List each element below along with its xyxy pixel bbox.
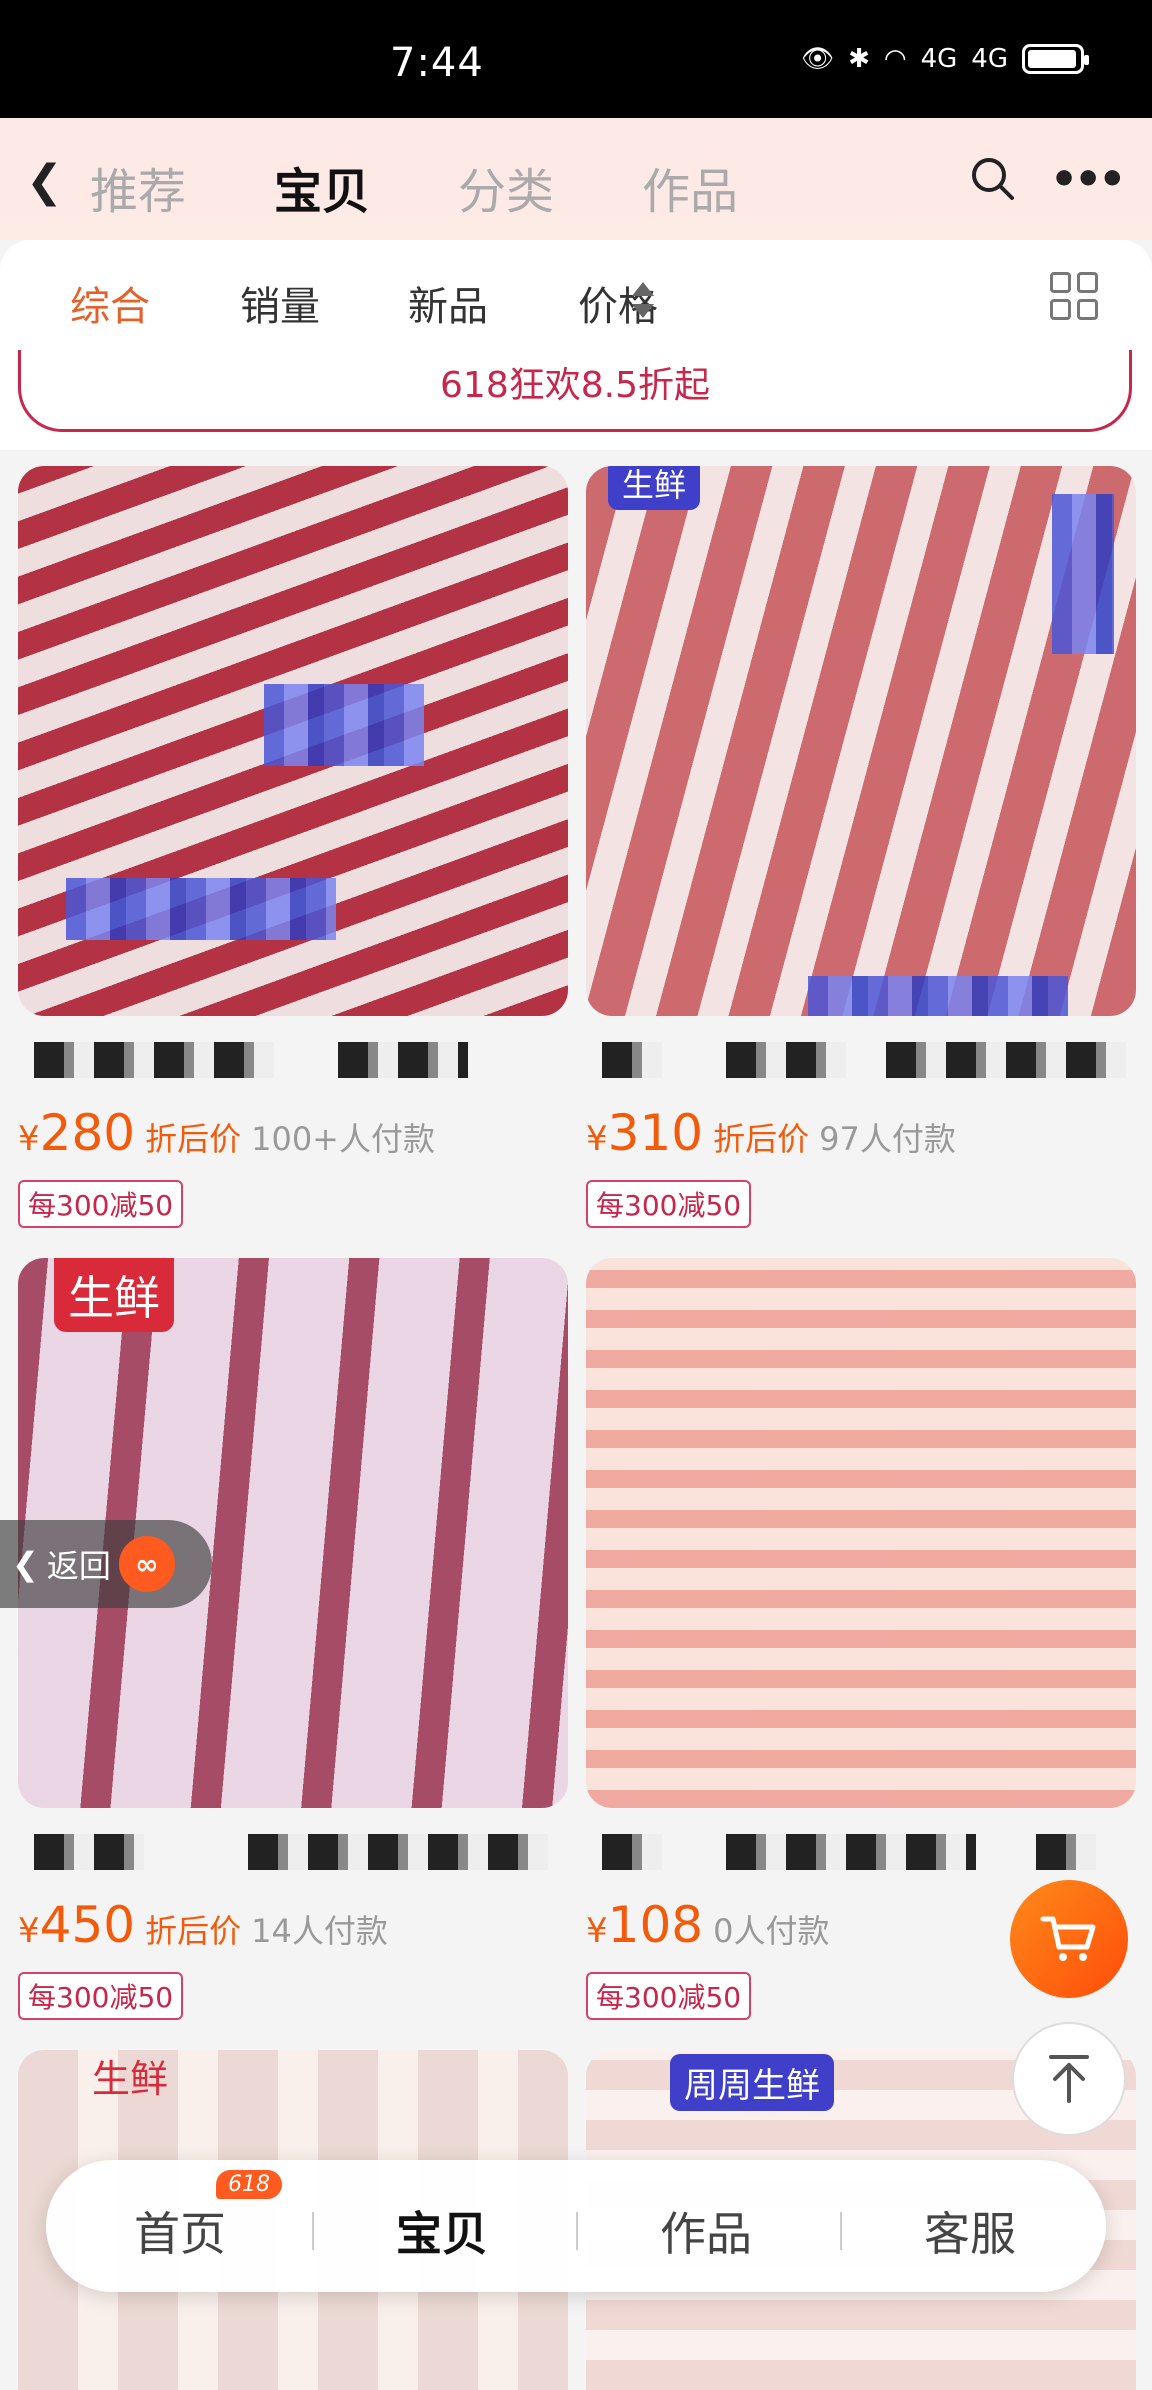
blurred-label (808, 976, 1068, 1016)
return-button[interactable]: ❮ 返回 ∞ (0, 1520, 212, 1608)
product-title-redacted (586, 1822, 1136, 1878)
signal-2-icon: 4G (971, 44, 1008, 74)
product-tag: 周周生鲜 (670, 2054, 834, 2111)
product-tag: 生鲜 (608, 466, 701, 510)
chevron-left-icon: ❮ (12, 1545, 39, 1583)
product-title-redacted (18, 1030, 568, 1086)
system-icons: 👁 ✱ ◠ 4G 4G (801, 44, 1089, 74)
price-row: ¥ 280 折后价 100+人付款 (18, 1104, 568, 1162)
bluetooth-icon: ✱ (848, 44, 870, 74)
divider (312, 2212, 314, 2250)
status-time: 7:44 (390, 40, 484, 86)
price-row: ¥ 310 折后价 97人付款 (586, 1104, 1136, 1162)
filter-overall[interactable]: 综合 (70, 274, 150, 332)
cart-icon (1040, 1916, 1096, 1961)
sold-count: 0人付款 (713, 1912, 830, 1950)
currency-symbol: ¥ (586, 1119, 608, 1159)
top-nav: ❮ 推荐 宝贝 分类 作品 ••• (0, 118, 1152, 240)
bottom-nav-works[interactable]: 作品 (606, 2198, 806, 2264)
sort-arrows-icon[interactable] (630, 278, 656, 322)
coupon-badge: 每300减50 (586, 1180, 752, 1228)
cart-button[interactable] (1010, 1880, 1128, 1998)
grid-view-icon[interactable] (1050, 272, 1098, 320)
blurred-logo (1052, 494, 1114, 654)
arrow-up-icon (1049, 2055, 1089, 2103)
currency-symbol: ¥ (18, 1119, 40, 1159)
product-card[interactable]: ¥ 280 折后价 100+人付款 每300减50 (18, 466, 568, 1228)
currency-symbol: ¥ (586, 1911, 608, 1951)
more-icon[interactable]: ••• (1050, 154, 1126, 205)
blurred-label (66, 878, 336, 940)
tab-recommend[interactable]: 推荐 (90, 152, 186, 222)
product-image[interactable]: 生鲜 (586, 466, 1136, 1016)
bottom-nav-products[interactable]: 宝贝 (342, 2198, 542, 2264)
price-value: 310 (607, 1104, 704, 1162)
wifi-icon: ◠ (883, 44, 907, 74)
back-icon[interactable]: ❮ (26, 156, 63, 207)
promo-container: 618狂欢8.5折起 (0, 350, 1152, 450)
coupon-badge: 每300减50 (18, 1972, 184, 2020)
bottom-nav-service[interactable]: 客服 (870, 2198, 1070, 2264)
search-icon[interactable] (968, 154, 1016, 202)
bottom-nav: 首页 618 宝贝 作品 客服 (46, 2160, 1106, 2292)
product-card[interactable]: 生鲜 ¥ 310 折后价 97人付款 每300减50 (586, 466, 1136, 1228)
status-bar: 7:44 👁 ✱ ◠ 4G 4G (0, 0, 1152, 118)
bottom-nav-home[interactable]: 首页 (80, 2198, 280, 2264)
signal-1-icon: 4G (920, 44, 958, 74)
filter-bar: 综合 销量 新品 价格 (0, 240, 1152, 350)
price-value: 108 (607, 1896, 704, 1954)
divider (840, 2212, 842, 2250)
tab-products[interactable]: 宝贝 (274, 152, 370, 222)
product-tag: 生鲜 (54, 1258, 174, 1332)
product-title-redacted (18, 1822, 568, 1878)
coupon-badge: 每300减50 (18, 1180, 184, 1228)
battery-icon (1022, 44, 1089, 74)
sold-count: 14人付款 (251, 1912, 388, 1950)
promo-banner[interactable]: 618狂欢8.5折起 (18, 350, 1132, 432)
app-logo-icon: ∞ (118, 1536, 175, 1592)
divider (576, 2212, 578, 2250)
product-image[interactable] (18, 466, 568, 1016)
product-tag: 生鲜 (92, 2057, 169, 2101)
eye-icon: 👁 (801, 44, 835, 74)
back-to-top-button[interactable] (1012, 2022, 1126, 2136)
price-label: 折后价 (145, 1120, 242, 1158)
currency-symbol: ¥ (18, 1911, 40, 1951)
blurred-logo (264, 684, 424, 766)
tab-works[interactable]: 作品 (642, 152, 738, 222)
price-value: 280 (39, 1104, 136, 1162)
sold-count: 97人付款 (819, 1120, 956, 1158)
filter-new[interactable]: 新品 (408, 274, 488, 332)
tab-categories[interactable]: 分类 (458, 152, 554, 222)
product-image[interactable] (586, 1258, 1136, 1808)
price-row: ¥ 450 折后价 14人付款 (18, 1896, 568, 1954)
filter-sales[interactable]: 销量 (240, 274, 320, 332)
price-value: 450 (39, 1896, 136, 1954)
return-label: 返回 (46, 1547, 111, 1585)
product-card[interactable]: 生鲜 ¥ 450 折后价 14人付款 每300减50 (18, 1258, 568, 2020)
coupon-badge: 每300减50 (586, 1972, 752, 2020)
price-label: 折后价 (713, 1120, 810, 1158)
product-title-redacted (586, 1030, 1136, 1086)
price-label: 折后价 (145, 1912, 242, 1950)
badge-618: 618 (216, 2170, 282, 2199)
sold-count: 100+人付款 (251, 1120, 435, 1158)
